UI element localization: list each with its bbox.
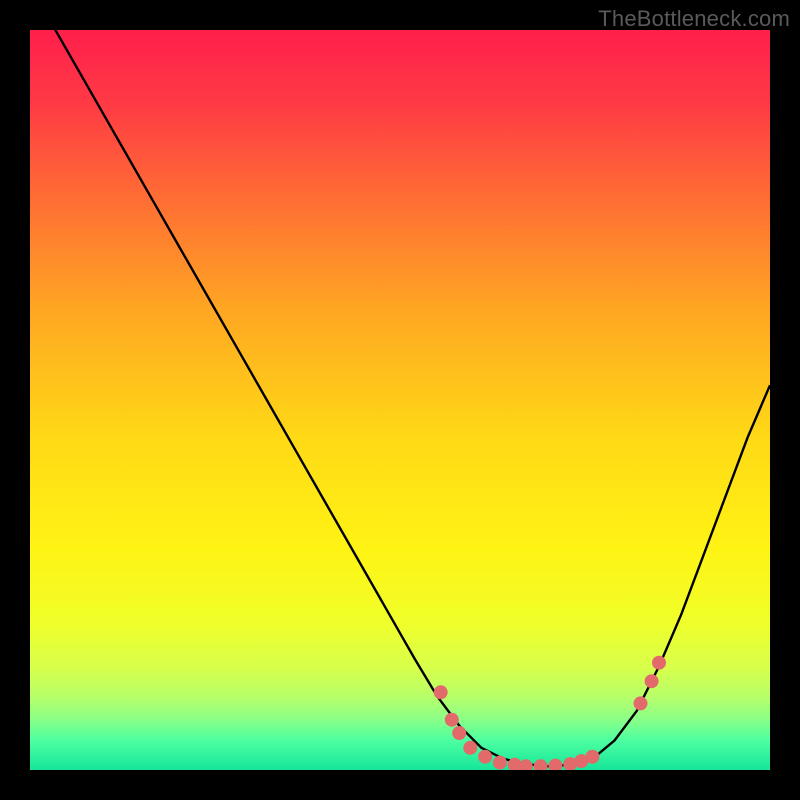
curve-dot	[519, 759, 533, 770]
curve-dot	[585, 750, 599, 764]
curve-dot	[478, 750, 492, 764]
curve-dots	[434, 656, 666, 770]
plot-area	[30, 30, 770, 770]
curve-dot	[652, 656, 666, 670]
curve-dot	[534, 759, 548, 770]
curve-dot	[463, 741, 477, 755]
curve-dot	[634, 696, 648, 710]
bottleneck-curve	[30, 30, 770, 770]
curve-dot	[452, 726, 466, 740]
curve-dot	[434, 685, 448, 699]
curve-dot	[645, 674, 659, 688]
curve-dot	[445, 713, 459, 727]
curve-dot	[548, 759, 562, 770]
curve-dot	[493, 756, 507, 770]
watermark-text: TheBottleneck.com	[598, 6, 790, 32]
chart-frame: TheBottleneck.com	[0, 0, 800, 800]
